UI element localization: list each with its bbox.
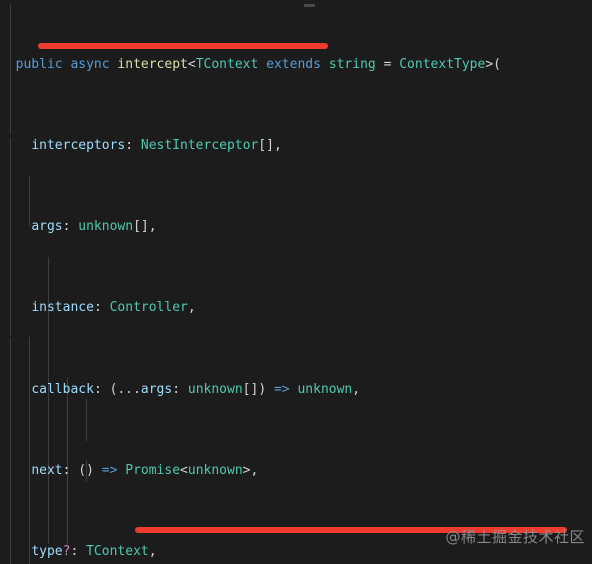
code-editor-screenshot: public async intercept<TContext extends … — [0, 0, 592, 564]
code-line[interactable]: public async intercept<TContext extends … — [0, 55, 592, 75]
code-line[interactable]: callback: (...args: unknown[]) => unknow… — [0, 380, 592, 400]
code-line[interactable]: instance: Controller, — [0, 298, 592, 318]
code-line[interactable]: interceptors: NestInterceptor[], — [0, 136, 592, 156]
watermark-text: @稀土掘金技术社区 — [445, 527, 585, 546]
code-line[interactable]: next: () => Promise<unknown>, — [0, 461, 592, 481]
top-clip-edge — [0, 0, 592, 4]
code-line[interactable]: args: unknown[], — [0, 217, 592, 237]
red-underline-interceptors-param — [38, 43, 328, 49]
code-content[interactable]: public async intercept<TContext extends … — [0, 0, 592, 564]
